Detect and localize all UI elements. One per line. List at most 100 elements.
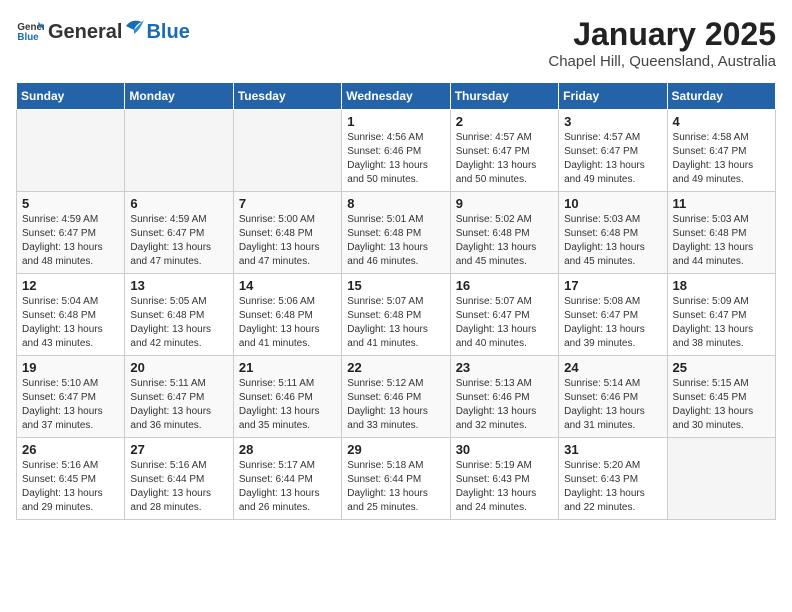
calendar-cell: 14 Sunrise: 5:06 AMSunset: 6:48 PMDaylig…: [233, 274, 341, 356]
day-info: Sunrise: 5:20 AMSunset: 6:43 PMDaylight:…: [564, 460, 645, 513]
title-block: January 2025 Chapel Hill, Queensland, Au…: [548, 16, 776, 70]
calendar-cell: 8 Sunrise: 5:01 AMSunset: 6:48 PMDayligh…: [342, 192, 450, 274]
day-info: Sunrise: 5:11 AMSunset: 6:46 PMDaylight:…: [239, 378, 320, 431]
day-number: 17: [564, 278, 661, 293]
day-info: Sunrise: 5:12 AMSunset: 6:46 PMDaylight:…: [347, 378, 428, 431]
logo-blue: Blue: [146, 21, 189, 44]
calendar-cell: 16 Sunrise: 5:07 AMSunset: 6:47 PMDaylig…: [450, 274, 558, 356]
day-number: 3: [564, 114, 661, 129]
day-info: Sunrise: 5:07 AMSunset: 6:48 PMDaylight:…: [347, 296, 428, 349]
calendar-cell: [233, 110, 341, 192]
day-info: Sunrise: 5:15 AMSunset: 6:45 PMDaylight:…: [673, 378, 754, 431]
calendar-cell: 11 Sunrise: 5:03 AMSunset: 6:48 PMDaylig…: [667, 192, 775, 274]
calendar-cell: 9 Sunrise: 5:02 AMSunset: 6:48 PMDayligh…: [450, 192, 558, 274]
calendar-cell: 4 Sunrise: 4:58 AMSunset: 6:47 PMDayligh…: [667, 110, 775, 192]
weekday-header-thursday: Thursday: [450, 83, 558, 110]
day-info: Sunrise: 4:58 AMSunset: 6:47 PMDaylight:…: [673, 132, 754, 185]
calendar-week-row: 1 Sunrise: 4:56 AMSunset: 6:46 PMDayligh…: [17, 110, 776, 192]
calendar-cell: 23 Sunrise: 5:13 AMSunset: 6:46 PMDaylig…: [450, 356, 558, 438]
day-info: Sunrise: 5:00 AMSunset: 6:48 PMDaylight:…: [239, 214, 320, 267]
weekday-header-sunday: Sunday: [17, 83, 125, 110]
day-info: Sunrise: 5:16 AMSunset: 6:44 PMDaylight:…: [130, 460, 211, 513]
day-info: Sunrise: 4:57 AMSunset: 6:47 PMDaylight:…: [456, 132, 537, 185]
day-info: Sunrise: 5:18 AMSunset: 6:44 PMDaylight:…: [347, 460, 428, 513]
day-number: 8: [347, 196, 444, 211]
calendar-cell: 28 Sunrise: 5:17 AMSunset: 6:44 PMDaylig…: [233, 438, 341, 520]
calendar-cell: 30 Sunrise: 5:19 AMSunset: 6:43 PMDaylig…: [450, 438, 558, 520]
day-number: 24: [564, 360, 661, 375]
day-info: Sunrise: 5:14 AMSunset: 6:46 PMDaylight:…: [564, 378, 645, 431]
day-number: 20: [130, 360, 227, 375]
calendar-cell: 10 Sunrise: 5:03 AMSunset: 6:48 PMDaylig…: [559, 192, 667, 274]
day-number: 29: [347, 442, 444, 457]
calendar-cell: 13 Sunrise: 5:05 AMSunset: 6:48 PMDaylig…: [125, 274, 233, 356]
calendar-cell: [667, 438, 775, 520]
calendar-cell: 22 Sunrise: 5:12 AMSunset: 6:46 PMDaylig…: [342, 356, 450, 438]
day-number: 10: [564, 196, 661, 211]
weekday-header-wednesday: Wednesday: [342, 83, 450, 110]
day-number: 23: [456, 360, 553, 375]
day-number: 4: [673, 114, 770, 129]
calendar-cell: 31 Sunrise: 5:20 AMSunset: 6:43 PMDaylig…: [559, 438, 667, 520]
logo: General Blue General Blue: [16, 16, 190, 44]
day-info: Sunrise: 4:59 AMSunset: 6:47 PMDaylight:…: [22, 214, 103, 267]
day-info: Sunrise: 5:02 AMSunset: 6:48 PMDaylight:…: [456, 214, 537, 267]
day-number: 7: [239, 196, 336, 211]
calendar-cell: 27 Sunrise: 5:16 AMSunset: 6:44 PMDaylig…: [125, 438, 233, 520]
calendar-cell: 24 Sunrise: 5:14 AMSunset: 6:46 PMDaylig…: [559, 356, 667, 438]
calendar-cell: 21 Sunrise: 5:11 AMSunset: 6:46 PMDaylig…: [233, 356, 341, 438]
day-number: 27: [130, 442, 227, 457]
calendar-cell: [17, 110, 125, 192]
calendar-cell: 5 Sunrise: 4:59 AMSunset: 6:47 PMDayligh…: [17, 192, 125, 274]
calendar-cell: [125, 110, 233, 192]
day-number: 19: [22, 360, 119, 375]
day-number: 12: [22, 278, 119, 293]
calendar-cell: 1 Sunrise: 4:56 AMSunset: 6:46 PMDayligh…: [342, 110, 450, 192]
page-header: General Blue General Blue January 2025 C…: [16, 16, 776, 70]
day-number: 1: [347, 114, 444, 129]
day-info: Sunrise: 5:09 AMSunset: 6:47 PMDaylight:…: [673, 296, 754, 349]
weekday-header-tuesday: Tuesday: [233, 83, 341, 110]
day-info: Sunrise: 4:56 AMSunset: 6:46 PMDaylight:…: [347, 132, 428, 185]
svg-text:Blue: Blue: [17, 32, 39, 43]
day-info: Sunrise: 5:11 AMSunset: 6:47 PMDaylight:…: [130, 378, 211, 431]
calendar-cell: 19 Sunrise: 5:10 AMSunset: 6:47 PMDaylig…: [17, 356, 125, 438]
calendar-cell: 12 Sunrise: 5:04 AMSunset: 6:48 PMDaylig…: [17, 274, 125, 356]
day-info: Sunrise: 5:06 AMSunset: 6:48 PMDaylight:…: [239, 296, 320, 349]
calendar-cell: 7 Sunrise: 5:00 AMSunset: 6:48 PMDayligh…: [233, 192, 341, 274]
day-info: Sunrise: 4:59 AMSunset: 6:47 PMDaylight:…: [130, 214, 211, 267]
logo-bird-icon: [124, 16, 144, 38]
day-number: 21: [239, 360, 336, 375]
day-number: 25: [673, 360, 770, 375]
calendar-table: SundayMondayTuesdayWednesdayThursdayFrid…: [16, 82, 776, 520]
day-info: Sunrise: 5:07 AMSunset: 6:47 PMDaylight:…: [456, 296, 537, 349]
calendar-cell: 26 Sunrise: 5:16 AMSunset: 6:45 PMDaylig…: [17, 438, 125, 520]
calendar-cell: 2 Sunrise: 4:57 AMSunset: 6:47 PMDayligh…: [450, 110, 558, 192]
day-info: Sunrise: 5:10 AMSunset: 6:47 PMDaylight:…: [22, 378, 103, 431]
calendar-cell: 15 Sunrise: 5:07 AMSunset: 6:48 PMDaylig…: [342, 274, 450, 356]
day-number: 30: [456, 442, 553, 457]
month-title: January 2025: [548, 16, 776, 53]
calendar-week-row: 5 Sunrise: 4:59 AMSunset: 6:47 PMDayligh…: [17, 192, 776, 274]
day-number: 15: [347, 278, 444, 293]
day-info: Sunrise: 5:08 AMSunset: 6:47 PMDaylight:…: [564, 296, 645, 349]
day-number: 5: [22, 196, 119, 211]
day-number: 14: [239, 278, 336, 293]
logo-general: General: [48, 21, 122, 44]
day-number: 13: [130, 278, 227, 293]
day-info: Sunrise: 5:13 AMSunset: 6:46 PMDaylight:…: [456, 378, 537, 431]
calendar-cell: 29 Sunrise: 5:18 AMSunset: 6:44 PMDaylig…: [342, 438, 450, 520]
weekday-header-row: SundayMondayTuesdayWednesdayThursdayFrid…: [17, 83, 776, 110]
logo-icon: General Blue: [16, 16, 44, 44]
day-info: Sunrise: 5:05 AMSunset: 6:48 PMDaylight:…: [130, 296, 211, 349]
calendar-week-row: 19 Sunrise: 5:10 AMSunset: 6:47 PMDaylig…: [17, 356, 776, 438]
weekday-header-friday: Friday: [559, 83, 667, 110]
calendar-cell: 6 Sunrise: 4:59 AMSunset: 6:47 PMDayligh…: [125, 192, 233, 274]
day-number: 2: [456, 114, 553, 129]
calendar-cell: 20 Sunrise: 5:11 AMSunset: 6:47 PMDaylig…: [125, 356, 233, 438]
calendar-cell: 17 Sunrise: 5:08 AMSunset: 6:47 PMDaylig…: [559, 274, 667, 356]
day-number: 16: [456, 278, 553, 293]
day-number: 31: [564, 442, 661, 457]
day-info: Sunrise: 5:03 AMSunset: 6:48 PMDaylight:…: [564, 214, 645, 267]
day-info: Sunrise: 5:01 AMSunset: 6:48 PMDaylight:…: [347, 214, 428, 267]
